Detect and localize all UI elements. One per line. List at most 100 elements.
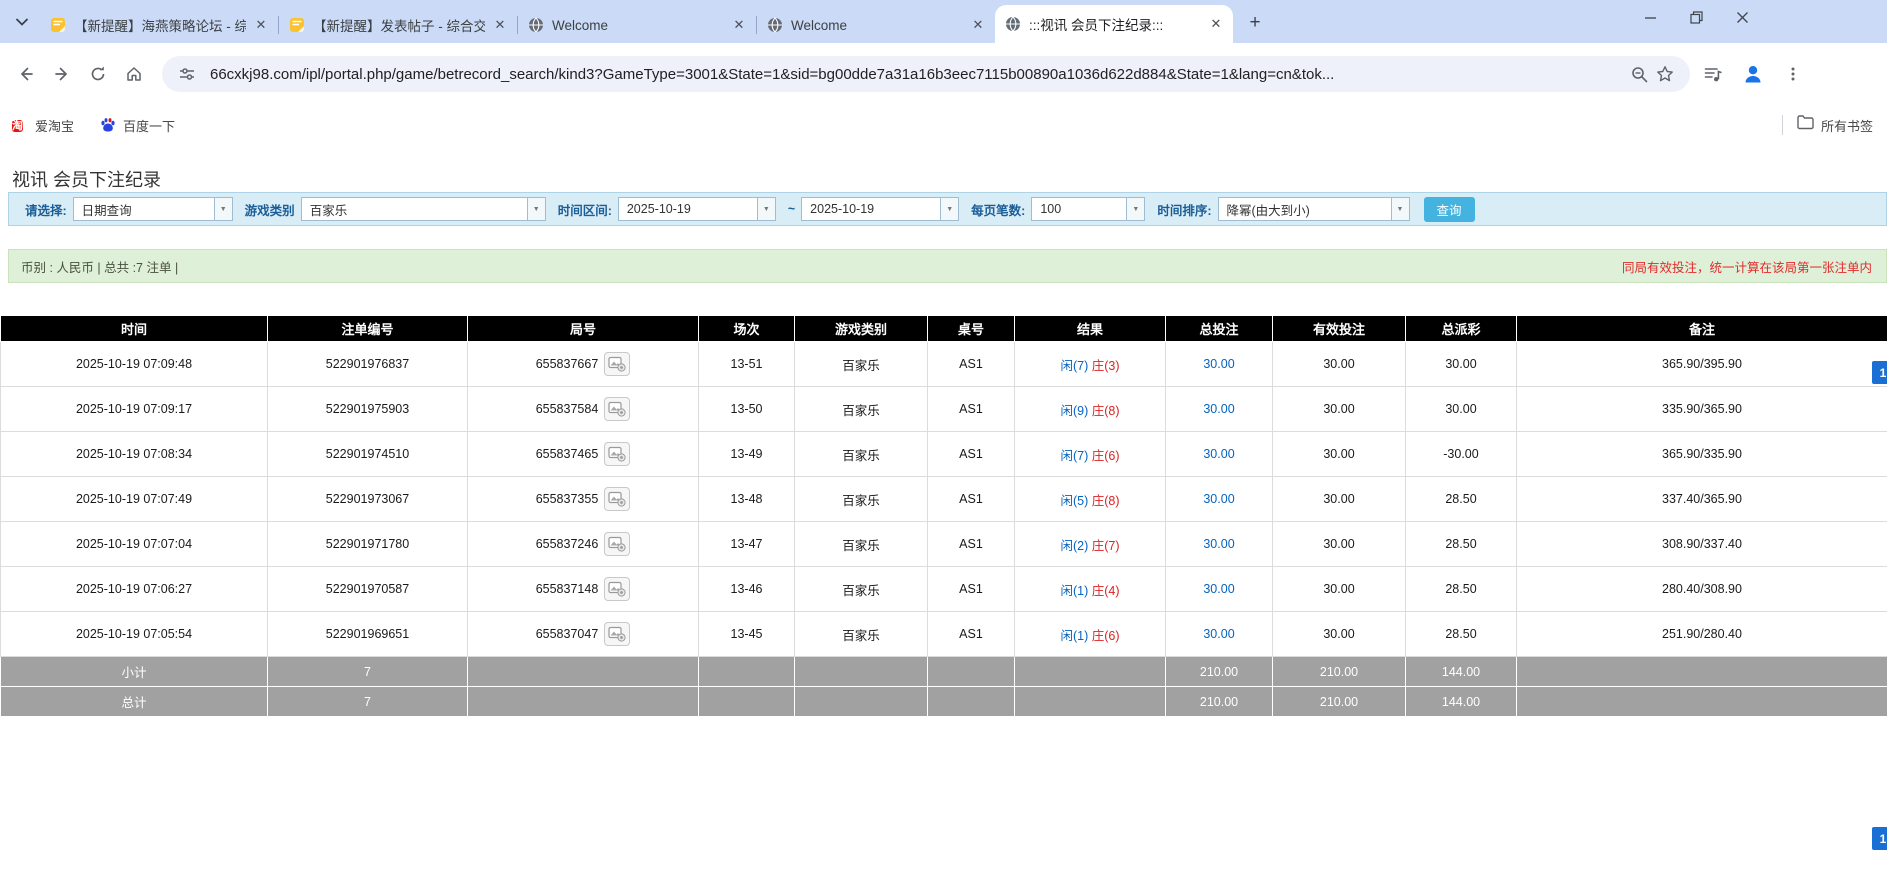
filter-combobox-4[interactable]: 2025-10-19▼ <box>801 197 959 221</box>
cell-game-type: 百家乐 <box>795 477 928 522</box>
browser-tab-1[interactable]: 【新提醒】海燕策略论坛 - 综合✕ <box>40 7 278 43</box>
view-result-icon <box>608 401 626 417</box>
view-result-button[interactable] <box>604 397 630 421</box>
cell-total-bet[interactable]: 30.00 <box>1166 432 1273 477</box>
tab-close-icon[interactable]: ✕ <box>252 16 270 34</box>
filter-combobox-6[interactable]: 降幂(由大到小)▼ <box>1218 197 1410 221</box>
browser-tab-3[interactable]: Welcome✕ <box>518 7 756 43</box>
chevron-down-icon[interactable]: ▼ <box>1126 198 1144 220</box>
round-number: 655837584 <box>536 402 599 416</box>
bookmark-label: 爱淘宝 <box>35 116 74 135</box>
view-result-button[interactable] <box>604 487 630 511</box>
cell-total-bet[interactable]: 30.00 <box>1166 387 1273 432</box>
subtotal-row-cell-6 <box>928 657 1015 687</box>
subtotal-row-cell-3 <box>468 657 699 687</box>
cell-total-bet[interactable]: 30.00 <box>1166 342 1273 387</box>
tab-close-icon[interactable]: ✕ <box>491 16 509 34</box>
combobox-value[interactable]: 降幂(由大到小) <box>1219 198 1391 220</box>
back-button[interactable] <box>10 58 42 90</box>
filter-combobox-3[interactable]: 2025-10-19▼ <box>618 197 776 221</box>
pagination-page-1-top[interactable]: 1 <box>1872 361 1887 384</box>
forward-button[interactable] <box>46 58 78 90</box>
pagination-page-1-bottom[interactable]: 1 <box>1872 827 1887 850</box>
view-result-button[interactable] <box>604 352 630 376</box>
filter-combobox-2[interactable]: 百家乐▼ <box>301 197 546 221</box>
zoom-icon[interactable] <box>1626 61 1652 87</box>
chevron-down-icon[interactable]: ▼ <box>1391 198 1409 220</box>
cell-bet-id: 522901975903 <box>268 387 468 432</box>
view-result-button[interactable] <box>604 622 630 646</box>
tab-close-icon[interactable]: ✕ <box>730 16 748 34</box>
filter-label-1: 请选择: <box>25 200 67 219</box>
media-controls-icon[interactable] <box>1700 61 1726 87</box>
cell-total-bet[interactable]: 30.00 <box>1166 612 1273 657</box>
cell-payout: -30.00 <box>1406 432 1517 477</box>
browser-tab-4[interactable]: Welcome✕ <box>757 7 995 43</box>
total-row-cell-11 <box>1517 687 1887 717</box>
chevron-down-icon[interactable]: ▼ <box>527 198 545 220</box>
cell-session: 13-45 <box>699 612 795 657</box>
globe-favicon <box>528 17 544 33</box>
cell-total-bet[interactable]: 30.00 <box>1166 567 1273 612</box>
round-number: 655837246 <box>536 537 599 551</box>
filter-label-2: 游戏类别 <box>245 200 295 219</box>
filter-label-3: 时间区间: <box>558 200 612 219</box>
view-result-button[interactable] <box>604 532 630 556</box>
new-tab-button[interactable]: + <box>1241 9 1269 37</box>
chevron-down-icon <box>15 15 29 29</box>
search-button[interactable]: 查询 <box>1424 197 1475 222</box>
cell-table-no: AS1 <box>928 477 1015 522</box>
filter-combobox-1[interactable]: 日期查询▼ <box>73 197 233 221</box>
url-text[interactable]: 66cxkj98.com/ipl/portal.php/game/betreco… <box>210 66 1626 83</box>
restore-button[interactable] <box>1686 7 1706 27</box>
bookmark-2[interactable]: 百度一下 <box>100 116 175 135</box>
bookmark-star-icon[interactable] <box>1652 61 1678 87</box>
browser-tab-2[interactable]: 【新提醒】发表帖子 - 综合交流✕ <box>279 7 517 43</box>
cell-result: 闲(9) 庄(8) <box>1015 387 1166 432</box>
cell-total-bet[interactable]: 30.00 <box>1166 522 1273 567</box>
home-button[interactable] <box>118 58 150 90</box>
notice-text: 同局有效投注，统一计算在该局第一张注单内 <box>1622 257 1872 276</box>
cell-payout: 30.00 <box>1406 387 1517 432</box>
combobox-value[interactable]: 日期查询 <box>74 198 214 220</box>
combobox-value[interactable]: 百家乐 <box>302 198 527 220</box>
result-banker: 庄(8) <box>1092 494 1120 508</box>
cell-bet-id: 522901973067 <box>268 477 468 522</box>
filter-combobox-5[interactable]: 100▼ <box>1031 197 1145 221</box>
chevron-down-icon[interactable]: ▼ <box>757 198 775 220</box>
combobox-value[interactable]: 2025-10-19 <box>619 198 757 220</box>
combobox-value[interactable]: 100 <box>1032 198 1126 220</box>
cell-payout: 28.50 <box>1406 567 1517 612</box>
total-row-cell-10: 144.00 <box>1406 687 1517 717</box>
tab-close-icon[interactable]: ✕ <box>969 16 987 34</box>
close-icon <box>1736 11 1749 24</box>
reload-button[interactable] <box>82 58 114 90</box>
combobox-value[interactable]: 2025-10-19 <box>802 198 940 220</box>
profile-avatar[interactable] <box>1740 61 1766 87</box>
taobao-icon: 淘 <box>12 120 23 132</box>
view-result-button[interactable] <box>604 577 630 601</box>
close-window-button[interactable] <box>1732 7 1752 27</box>
round-number: 655837667 <box>536 357 599 371</box>
divider <box>1782 115 1783 135</box>
all-bookmarks[interactable]: 所有书签 <box>1782 105 1887 145</box>
view-result-icon <box>608 356 626 372</box>
view-result-button[interactable] <box>604 442 630 466</box>
total-row-cell-9: 210.00 <box>1273 687 1406 717</box>
tab-search-button[interactable] <box>8 8 36 36</box>
total-row-cell-1: 总计 <box>1 687 268 717</box>
bet-row-4: 2025-10-19 07:07:49522901973067655837355… <box>1 477 1887 522</box>
result-banker: 庄(6) <box>1092 629 1120 643</box>
minimize-button[interactable] <box>1640 7 1660 27</box>
bookmark-1[interactable]: 淘爱淘宝 <box>12 116 74 135</box>
url-bar[interactable]: 66cxkj98.com/ipl/portal.php/game/betreco… <box>162 56 1690 92</box>
browser-tab-5[interactable]: :::视讯 会员下注纪录:::✕ <box>995 5 1233 43</box>
cell-total-bet[interactable]: 30.00 <box>1166 477 1273 522</box>
chevron-down-icon[interactable]: ▼ <box>940 198 958 220</box>
site-info-icon[interactable] <box>174 61 200 87</box>
reload-icon <box>89 65 107 83</box>
cell-payout: 30.00 <box>1406 342 1517 387</box>
chevron-down-icon[interactable]: ▼ <box>214 198 232 220</box>
browser-menu-icon[interactable] <box>1780 61 1806 87</box>
tab-close-icon[interactable]: ✕ <box>1207 15 1225 33</box>
